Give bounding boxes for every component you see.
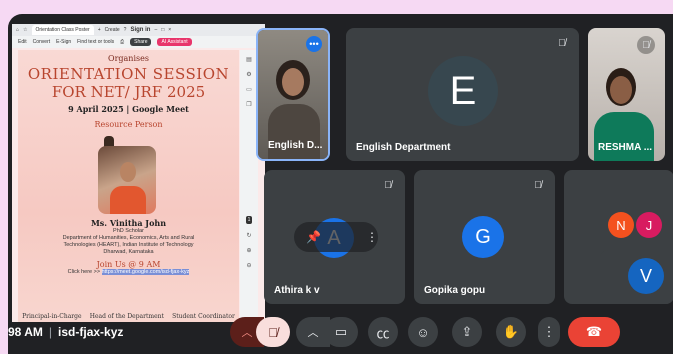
settings-icon[interactable]: ⚙ [246,71,251,78]
participant-tile[interactable]: 🎙̸ RESHMA ... [588,28,665,161]
speaker-info: Ms. Vinitha John PhD Scholar Department … [18,218,239,275]
sign-in-link[interactable]: Sign in [130,27,150,33]
pdf-toolbar: ⌂ ☆ Orientation Class Poster + Create ? … [12,24,265,48]
meeting-code: isd-fjax-kyz [58,325,124,339]
raise-hand-button[interactable]: ✋ [496,317,526,347]
star-icon[interactable]: ☆ [23,27,27,33]
phone-hangup-icon: ☎ [585,324,603,339]
participant-name: English D... [268,140,323,151]
create-tab[interactable]: Create [105,27,120,33]
avatar: V [628,258,664,294]
chevron-up-icon: ︿ [241,327,253,339]
camera-icon: ▭ [334,324,348,339]
emoji-icon: ☺ [416,324,430,340]
hod-label: Head of the Department [89,313,164,320]
participant-name: Gopika gopu [424,285,486,296]
speaker-inst: Technologies (HEART), Indian Institute o… [63,242,194,248]
tile-hover-controls: 📌 ⋮ [294,222,378,252]
speaker-place: Dharwad, Karnataka [103,249,154,255]
pin-icon[interactable]: 📌 [306,230,321,244]
speaker-photo [98,146,156,214]
poster-title-line2: FOR NET/ JRF 2025 [51,83,206,101]
click-prefix: Click here >> [67,269,101,275]
self-view-tile[interactable]: V [600,250,673,304]
browser-tab[interactable]: Orientation Class Poster [31,25,94,35]
poster: Organises ORIENTATION SESSION FOR NET/ J… [18,50,239,322]
participant-tile[interactable]: 🎙̸ E English Department [346,28,579,161]
meet-link[interactable]: https://meet.google.com/isd-fjax-kyz [101,269,190,275]
home-icon[interactable]: ⌂ [16,27,19,33]
speaker-name: Ms. Vinitha John [90,218,167,228]
poster-footer: Principal-in-Charge Head of the Departme… [18,313,239,320]
find-tool[interactable]: Find text or tools [77,39,114,45]
chevron-up-icon: ︿ [307,327,319,339]
participant-tile-group[interactable]: N J V [564,170,673,304]
new-tab-button[interactable]: + [98,27,101,33]
participant-name: RESHMA ... [598,142,653,153]
end-call-button[interactable]: ☎ [568,317,620,347]
convert-tool[interactable]: Convert [33,39,51,45]
page-number: 1 [245,216,253,224]
zoom-out-icon[interactable]: ⊖ [246,262,251,269]
ai-assistant-button[interactable]: AI Assistant [157,38,192,46]
principal-label: Principal-in-Charge [22,313,82,320]
mic-off-icon: 🎙̸ [558,37,566,49]
participant-name: English Department [356,142,451,153]
hand-icon: ✋ [502,324,520,339]
more-options-button[interactable]: ⋮ [538,317,560,347]
avatar: N [608,212,634,238]
participant-tile[interactable]: ••• English D... [256,28,330,161]
mic-toggle-button[interactable]: 🎙̸ [256,317,290,347]
participant-name: Athira k v [274,285,320,296]
organises-text: Organises [108,54,149,63]
speaker-dept: Department of Humanities, Economics, Art… [62,235,195,241]
zoom-in-icon[interactable]: ⊕ [246,247,251,254]
more-vert-icon: ⋮ [542,324,556,339]
print-icon[interactable]: ⎙ [120,39,124,45]
meet-window: ⌂ ☆ Orientation Class Poster + Create ? … [8,14,673,354]
camera-toggle-button[interactable]: ▭ [324,317,358,347]
mic-off-icon: 🎙̸ [268,324,278,340]
present-button[interactable]: ⇪ [452,317,482,347]
poster-title-line1: ORIENTATION SESSION [27,65,230,83]
refresh-icon[interactable]: ↻ [246,232,251,239]
meeting-info: 98 AM | isd-fjax-kyz [8,325,124,339]
more-vert-icon[interactable]: ⋮ [366,230,378,244]
reactions-button[interactable]: ☺ [408,317,438,347]
present-icon: ⇪ [461,324,473,339]
clock-time: 98 AM [8,325,43,339]
poster-date: 9 April 2025 | Google Meet [68,104,189,114]
speaker-role: PhD Scholar [113,228,144,234]
more-options-icon[interactable]: ••• [306,36,322,52]
captions-button[interactable]: ㏄ [368,317,398,347]
avatar: G [462,216,504,258]
copy-icon[interactable]: ❐ [246,101,251,108]
mic-off-icon: 🎙̸ [384,179,392,191]
avatar: E [428,56,498,126]
coordinator-label: Student Coordinator [172,313,235,320]
participant-tile[interactable]: 🎙̸ G Gopika gopu [414,170,555,304]
page-icon[interactable]: ▭ [246,86,252,93]
mic-off-icon: 🎙̸ [637,36,655,54]
resource-person-heading: Resource Person [94,120,163,129]
captions-icon: ㏄ [376,325,390,341]
help-icon[interactable]: ? [124,27,127,33]
participant-tile[interactable]: 🎙̸ A 📌 ⋮ Athira k v [264,170,405,304]
share-button[interactable]: Share [130,38,152,46]
click-line: Click here >> https://meet.google.com/is… [18,269,239,275]
avatar: J [636,212,662,238]
shared-screen: ⌂ ☆ Orientation Class Poster + Create ? … [12,24,265,322]
close-icon[interactable]: × [168,27,171,33]
join-text: Join Us @ 9 AM [96,260,161,269]
maximize-icon[interactable]: □ [161,27,164,33]
minimize-icon[interactable]: – [154,27,157,33]
comment-icon[interactable]: ▤ [246,56,252,63]
mic-off-icon: 🎙̸ [534,179,542,191]
edit-tool[interactable]: Edit [18,39,27,45]
esign-tool[interactable]: E-Sign [56,39,71,45]
